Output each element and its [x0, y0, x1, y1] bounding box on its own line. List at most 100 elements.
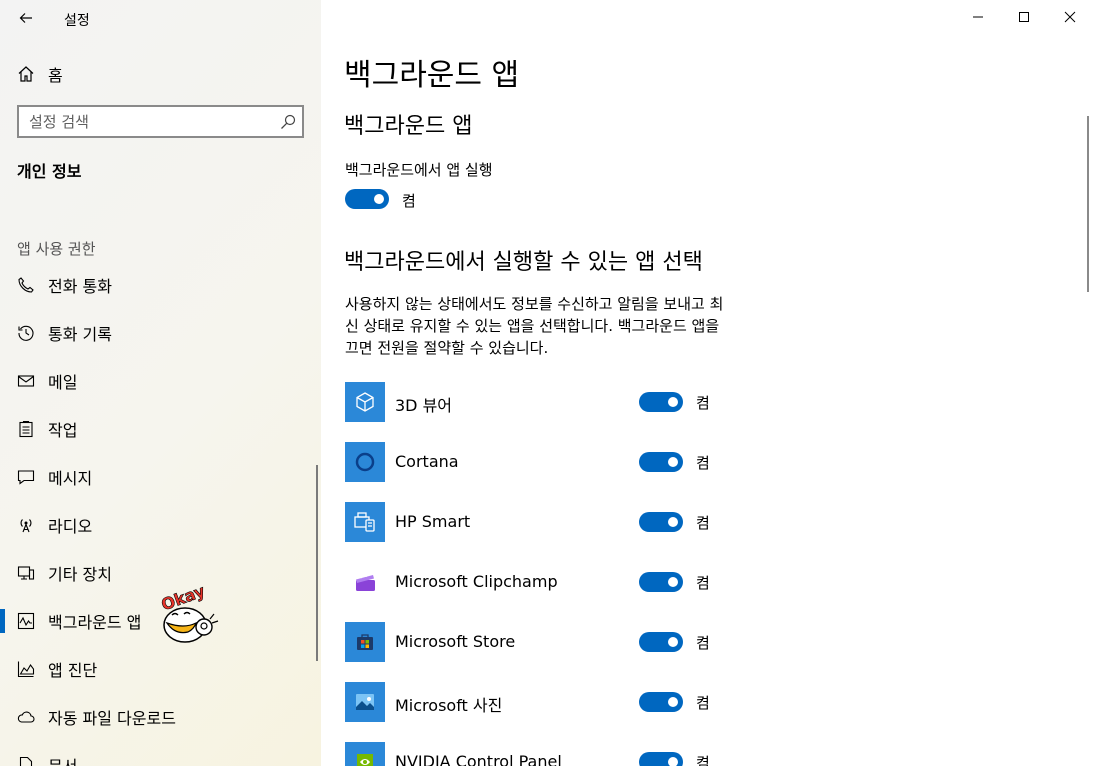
search-icon[interactable] [280, 114, 296, 130]
chart-icon [17, 660, 35, 678]
app-row-hp-smart: HP Smart 켬 [345, 502, 765, 542]
sidebar-item-app-diagnostics[interactable]: 앱 진단 [0, 645, 321, 693]
app-row-3d-viewer: 3D 뷰어 켬 [345, 382, 765, 422]
app-name: HP Smart [395, 512, 471, 531]
sidebar-item-tasks[interactable]: 작업 [0, 405, 321, 453]
cortana-ring-icon [345, 442, 385, 482]
back-arrow-icon [19, 13, 32, 23]
printer-icon [345, 502, 385, 542]
description: 사용하지 않는 상태에서도 정보를 수신하고 알림을 보내고 최 신 상태로 유… [345, 293, 795, 359]
sidebar-item-radio[interactable]: 라디오 [0, 501, 321, 549]
sidebar-item-phone[interactable]: 전화 통화 [0, 261, 321, 309]
app-toggle-state: 켬 [696, 754, 710, 766]
app-name: Microsoft Store [395, 632, 516, 651]
sidebar-item-label: 백그라운드 앱 [48, 613, 142, 632]
close-button[interactable] [1047, 0, 1093, 34]
main-panel: 백그라운드 앱 백그라운드 앱 백그라운드에서 앱 실행 켬 백그라운드에서 실… [321, 0, 1093, 766]
mail-icon [17, 372, 35, 390]
nav-list: 전화 통화 통화 기록 메일 작업 메시지 라디오 기타 장치 백그라운드 앱 … [0, 261, 321, 766]
close-icon [1064, 11, 1076, 23]
store-bag-icon [345, 622, 385, 662]
search-input[interactable] [29, 112, 279, 131]
app-toggle[interactable] [639, 692, 683, 712]
description-line: 끄면 전원을 절약할 수 있습니다. [345, 339, 549, 357]
app-row-cortana: Cortana 켬 [345, 442, 765, 482]
title-bar: 설정 [0, 0, 321, 36]
app-row-microsoft-photos: Microsoft 사진 켬 [345, 682, 765, 722]
device-icon [17, 564, 35, 582]
page-title: 백그라운드 앱 [344, 58, 520, 93]
group-title: 앱 사용 권한 [17, 240, 96, 258]
app-toggle-state: 켬 [696, 634, 710, 652]
app-name: NVIDIA Control Panel [395, 752, 562, 766]
sidebar-item-label: 라디오 [48, 517, 93, 536]
sidebar-item-label: 자동 파일 다운로드 [48, 709, 176, 728]
sidebar-item-call-history[interactable]: 통화 기록 [0, 309, 321, 357]
history-icon [17, 324, 35, 342]
search-box[interactable] [17, 105, 304, 138]
okay-sticker-image: Okay [158, 585, 219, 643]
back-button[interactable] [14, 6, 38, 30]
section-heading: 백그라운드 앱 [344, 114, 473, 139]
sidebar-item-messages[interactable]: 메시지 [0, 453, 321, 501]
sidebar: 설정 홈 개인 정보 앱 사용 권한 전화 통화 통화 기록 [0, 0, 321, 766]
app-toggle-state: 켬 [696, 394, 710, 412]
minimize-icon [973, 16, 983, 18]
phone-icon [17, 276, 35, 294]
app-name: Microsoft 사진 [395, 696, 503, 715]
radio-icon [17, 516, 35, 534]
nvidia-icon [345, 742, 385, 766]
app-toggle[interactable] [639, 572, 683, 592]
run-in-background-label: 백그라운드에서 앱 실행 [345, 161, 493, 179]
app-title: 설정 [64, 13, 90, 29]
run-in-background-toggle[interactable] [345, 189, 389, 209]
sidebar-item-label: 메시지 [48, 469, 93, 488]
app-toggle-state: 켬 [696, 514, 710, 532]
app-toggle[interactable] [639, 392, 683, 412]
app-row-nvidia-control-panel: NVIDIA Control Panel 켬 [345, 742, 765, 766]
sidebar-item-mail[interactable]: 메일 [0, 357, 321, 405]
document-icon [17, 756, 35, 766]
clapperboard-icon [345, 562, 385, 602]
maximize-icon [1019, 12, 1029, 22]
sidebar-item-label: 통화 기록 [48, 325, 112, 344]
sidebar-item-documents[interactable]: 문서 [0, 741, 321, 766]
description-line: 사용하지 않는 상태에서도 정보를 수신하고 알림을 보내고 최 [345, 295, 724, 313]
app-toggle[interactable] [639, 632, 683, 652]
sidebar-item-label: 작업 [48, 421, 78, 440]
app-toggle[interactable] [639, 452, 683, 472]
app-toggle[interactable] [639, 752, 683, 766]
run-in-background-state: 켬 [402, 192, 416, 210]
app-row-clipchamp: Microsoft Clipchamp 켬 [345, 562, 765, 602]
sidebar-item-label: 앱 진단 [48, 661, 98, 680]
section-title: 개인 정보 [17, 162, 82, 181]
app-name: 3D 뷰어 [395, 396, 453, 415]
message-icon [17, 468, 35, 486]
app-toggle-state: 켬 [696, 454, 710, 472]
sidebar-scrollbar[interactable] [316, 465, 318, 661]
cube-icon [345, 382, 385, 422]
maximize-button[interactable] [1001, 0, 1047, 34]
sidebar-item-home[interactable]: 홈 [0, 55, 321, 93]
app-name: Cortana [395, 452, 459, 471]
sidebar-item-label: 문서 [48, 753, 77, 766]
app-toggle-state: 켬 [696, 694, 710, 712]
photo-icon [345, 682, 385, 722]
home-icon [17, 65, 35, 83]
app-name: Microsoft Clipchamp [395, 572, 558, 591]
description-line: 신 상태로 유지할 수 있는 앱을 선택합니다. 백그라운드 앱을 [345, 317, 720, 335]
sidebar-item-label: 전화 통화 [48, 277, 112, 296]
home-label: 홈 [48, 66, 63, 85]
cloud-icon [17, 708, 35, 726]
sidebar-item-label: 메일 [48, 373, 78, 392]
sidebar-item-label: 기타 장치 [48, 565, 112, 584]
app-row-microsoft-store: Microsoft Store 켬 [345, 622, 765, 662]
choose-apps-heading: 백그라운드에서 실행할 수 있는 앱 선택 [344, 250, 703, 275]
sidebar-item-auto-file-download[interactable]: 자동 파일 다운로드 [0, 693, 321, 741]
window-controls [955, 0, 1093, 34]
app-toggle[interactable] [639, 512, 683, 532]
main-scrollbar[interactable] [1087, 116, 1089, 292]
app-toggle-state: 켬 [696, 574, 710, 592]
minimize-button[interactable] [955, 0, 1001, 34]
activity-icon [17, 612, 35, 630]
